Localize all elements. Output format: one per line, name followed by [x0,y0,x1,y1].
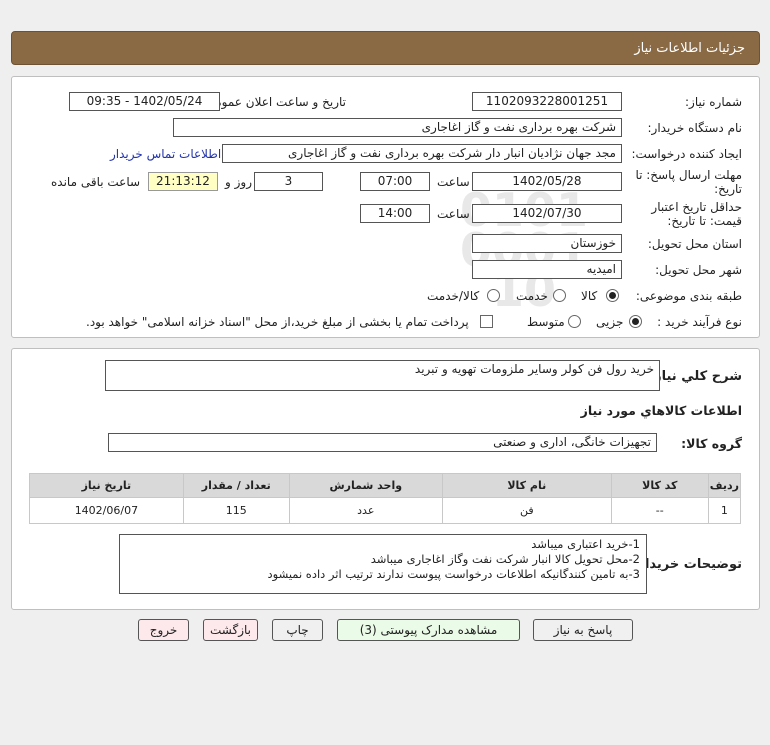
creator-label: ایجاد کننده درخواست: [631,147,742,161]
buyer-notes: 1-خرید اعتباری میباشد 2-محل تحویل کالا ا… [119,534,647,594]
goods-section-title: اطلاعات کالاهاي مورد نياز [580,403,742,418]
cell-row: 1 [707,497,742,524]
city-field: امیدیه [472,260,622,279]
validity-label-2: قیمت: تا تاریخ: [667,214,742,228]
category-option-service: خدمت [516,289,548,303]
col-name: نام کالا [441,473,612,498]
city-label: شهر محل تحویل: [655,263,742,277]
process-label: نوع فرآیند خرید : [657,315,742,329]
remaining-label: ساعت باقی مانده [51,175,141,189]
buyer-org-label: نام دستگاه خریدار: [647,121,743,135]
province-label: استان محل تحویل: [647,237,742,251]
table-row: 1 -- فن عدد 115 1402/06/07 [29,497,742,524]
col-qty: تعداد / مقدار [182,473,290,498]
goods-table: ردیف کد کالا نام کالا واحد شمارش تعداد /… [29,473,742,524]
exit-button[interactable]: خروج [138,619,189,641]
col-row: ردیف [707,473,742,498]
need-number-field: 1102093228001251 [472,92,622,111]
page-title: جزئیات اطلاعات نیاز [634,41,745,56]
page-header: جزئیات اطلاعات نیاز [11,31,760,65]
reply-time-field: 07:00 [360,172,430,191]
back-button[interactable]: بازگشت [203,619,258,641]
summary-field: خرید رول فن کولر وسایر ملزومات تهویه و ت… [105,360,660,391]
note-line: 3-به تامین کنندگانیکه اطلاعات درخواست پی… [267,567,640,581]
goods-group-label: گروه کالا: [681,436,742,451]
reply-time-label: ساعت [437,175,470,189]
col-code: کد کالا [610,473,709,498]
col-unit: واحد شمارش [288,473,443,498]
print-button[interactable]: چاپ [272,619,323,641]
cell-code: -- [610,497,709,524]
category-radio-service[interactable] [553,289,566,302]
category-radio-goods-service[interactable] [487,289,500,302]
category-option-goods: کالا [581,289,598,303]
cell-name: فن [441,497,612,524]
validity-date-field: 1402/07/30 [472,204,622,223]
cell-unit: عدد [288,497,443,524]
process-option-partial: جزیی [596,315,624,329]
process-radio-partial[interactable] [629,315,642,328]
reply-deadline-label-2: تاریخ: [714,182,742,196]
cell-qty: 115 [182,497,290,524]
view-attachments-button[interactable]: مشاهده مدارک پیوستی (3) [337,619,520,641]
validity-label: حداقل تاریخ اعتبار [651,200,742,214]
category-radio-goods[interactable] [606,289,619,302]
category-option-goods-service: کالا/خدمت [427,289,480,303]
goods-table-header: ردیف کد کالا نام کالا واحد شمارش تعداد /… [29,473,742,498]
note-line: 2-محل تحویل کالا انبار شرکت نفت وگاز اغا… [370,552,640,566]
validity-time-label: ساعت [437,207,470,221]
province-field: خوزستان [472,234,622,253]
notes-label: توضیحات خریدار: [632,557,742,572]
col-date: تاریخ نیاز [29,473,184,498]
category-label: طبقه بندی موضوعی: [635,289,742,303]
reply-button[interactable]: پاسخ به نیاز [533,619,633,641]
reply-deadline-label: مهلت ارسال پاسخ: تا [635,168,742,182]
need-number-label: شماره نیاز: [685,95,742,109]
announce-label: تاریخ و ساعت اعلان عمومی: [201,95,346,109]
cell-date: 1402/06/07 [29,497,184,524]
remaining-time-field: 21:13:12 [148,172,218,191]
buyer-contact-link[interactable]: اطلاعات تماس خریدار [110,147,221,161]
process-option-medium: متوسط [527,315,565,329]
process-radio-medium[interactable] [568,315,581,328]
note-line: 1-خرید اعتباری میباشد [531,537,640,551]
days-field: 3 [254,172,323,191]
treasury-payment-note: پرداخت تمام یا بخشی از مبلغ خرید،از محل … [86,315,469,329]
goods-group-field: تجهیزات خانگی، اداری و صنعتی [108,433,657,452]
reply-date-field: 1402/05/28 [472,172,622,191]
validity-time-field: 14:00 [360,204,430,223]
creator-field: مجد جهان نژادیان انبار دار شرکت بهره برد… [222,144,622,163]
summary-label: شرح کلي نياز: [648,369,742,384]
days-label: روز و [225,175,252,189]
treasury-payment-checkbox[interactable] [480,315,493,328]
announce-field: 1402/05/24 - 09:35 [69,92,220,111]
buyer-org-field: شرکت بهره برداری نفت و گاز اغاجاری [173,118,622,137]
